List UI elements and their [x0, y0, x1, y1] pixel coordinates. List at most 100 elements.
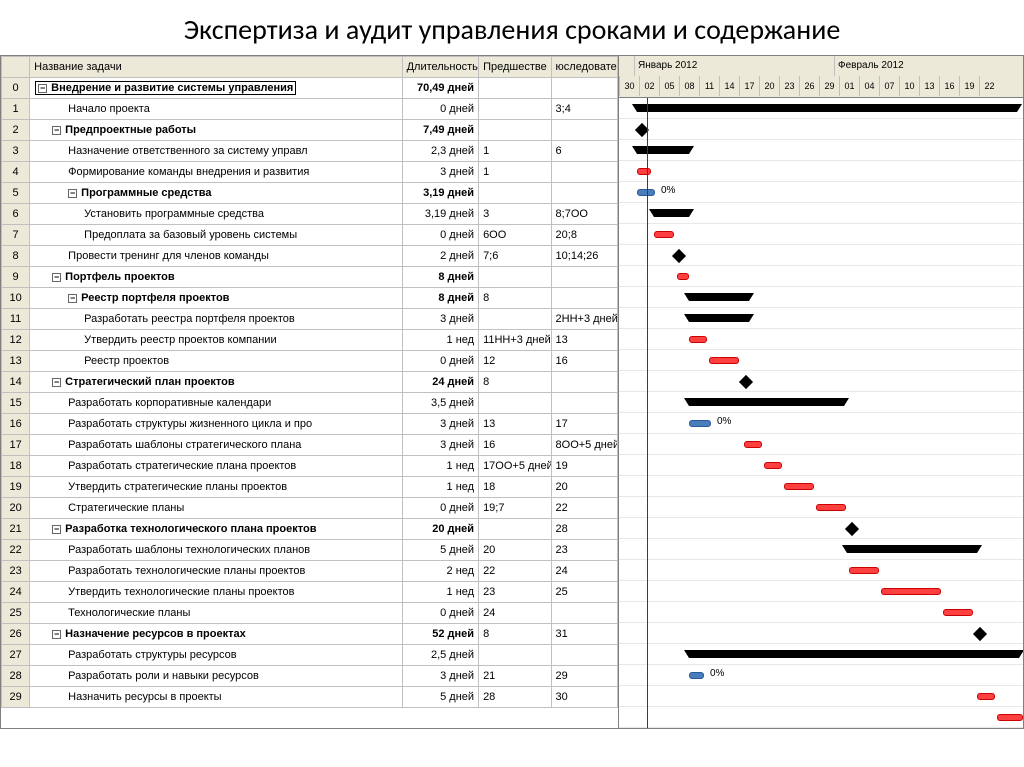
duration-cell[interactable]: 0 дней	[402, 99, 478, 120]
pred-cell[interactable]: 28	[479, 687, 551, 708]
task-row[interactable]: 10−Реестр портфеля проектов8 дней8	[2, 288, 618, 309]
succ-cell[interactable]: 10;14;26	[551, 246, 617, 267]
task-row[interactable]: 13Реестр проектов0 дней1216	[2, 351, 618, 372]
summary-bar[interactable]	[689, 293, 749, 301]
pred-cell[interactable]	[479, 519, 551, 540]
gantt-chart[interactable]: Январь 2012Февраль 201230020508111417202…	[619, 56, 1023, 728]
succ-cell[interactable]: 2НН+3 дней	[551, 309, 617, 330]
critical-bar[interactable]	[764, 462, 782, 469]
succ-cell[interactable]: 22	[551, 498, 617, 519]
succ-cell[interactable]	[551, 183, 617, 204]
summary-bar[interactable]	[689, 650, 1019, 658]
task-row[interactable]: 28Разработать роли и навыки ресурсов3 дн…	[2, 666, 618, 687]
pred-cell[interactable]	[479, 393, 551, 414]
duration-cell[interactable]: 7,49 дней	[402, 120, 478, 141]
collapse-icon[interactable]: −	[52, 630, 61, 639]
pred-cell[interactable]	[479, 183, 551, 204]
task-row[interactable]: 1Начало проекта0 дней3;4	[2, 99, 618, 120]
succ-cell[interactable]	[551, 645, 617, 666]
task-row[interactable]: 22Разработать шаблоны технологических пл…	[2, 540, 618, 561]
succ-cell[interactable]: 20;8	[551, 225, 617, 246]
col-id[interactable]	[2, 57, 30, 78]
critical-bar[interactable]	[849, 567, 879, 574]
collapse-icon[interactable]: −	[52, 525, 61, 534]
succ-cell[interactable]	[551, 78, 617, 99]
succ-cell[interactable]: 8;7ОО	[551, 204, 617, 225]
duration-cell[interactable]: 1 нед	[402, 330, 478, 351]
duration-cell[interactable]: 2 дней	[402, 246, 478, 267]
pred-cell[interactable]: 13	[479, 414, 551, 435]
critical-bar[interactable]	[689, 336, 707, 343]
summary-bar[interactable]	[654, 209, 689, 217]
succ-cell[interactable]: 16	[551, 351, 617, 372]
succ-cell[interactable]: 3;4	[551, 99, 617, 120]
duration-cell[interactable]: 1 нед	[402, 456, 478, 477]
summary-bar[interactable]	[847, 545, 977, 553]
pred-cell[interactable]	[479, 120, 551, 141]
task-row[interactable]: 19Утвердить стратегические планы проекто…	[2, 477, 618, 498]
critical-bar[interactable]	[977, 693, 995, 700]
succ-cell[interactable]: 28	[551, 519, 617, 540]
col-duration[interactable]: Длительность	[402, 57, 478, 78]
succ-cell[interactable]: 23	[551, 540, 617, 561]
task-row[interactable]: 4Формирование команды внедрения и развит…	[2, 162, 618, 183]
col-pred[interactable]: Предшестве	[479, 57, 551, 78]
pred-cell[interactable]	[479, 99, 551, 120]
task-row[interactable]: 24Утвердить технологические планы проект…	[2, 582, 618, 603]
critical-bar[interactable]	[784, 483, 814, 490]
duration-cell[interactable]: 3,5 дней	[402, 393, 478, 414]
task-row[interactable]: 6Установить программные средства3,19 дне…	[2, 204, 618, 225]
pred-cell[interactable]: 8	[479, 372, 551, 393]
succ-cell[interactable]: 20	[551, 477, 617, 498]
task-row[interactable]: 21−Разработка технологического плана про…	[2, 519, 618, 540]
succ-cell[interactable]: 6	[551, 141, 617, 162]
pred-cell[interactable]	[479, 645, 551, 666]
collapse-icon[interactable]: −	[52, 273, 61, 282]
succ-cell[interactable]: 19	[551, 456, 617, 477]
critical-bar[interactable]	[943, 609, 973, 616]
pred-cell[interactable]: 17ОО+5 дней	[479, 456, 551, 477]
summary-bar[interactable]	[689, 398, 844, 406]
succ-cell[interactable]	[551, 162, 617, 183]
succ-cell[interactable]	[551, 372, 617, 393]
pred-cell[interactable]: 23	[479, 582, 551, 603]
succ-cell[interactable]: 13	[551, 330, 617, 351]
critical-bar[interactable]	[881, 588, 941, 595]
pred-cell[interactable]: 6ОО	[479, 225, 551, 246]
succ-cell[interactable]: 8ОО+5 дней	[551, 435, 617, 456]
task-row[interactable]: 3Назначение ответственного за систему уп…	[2, 141, 618, 162]
duration-cell[interactable]: 3,19 дней	[402, 183, 478, 204]
task-row[interactable]: 25Технологические планы0 дней24	[2, 603, 618, 624]
task-row[interactable]: 11Разработать реестра портфеля проектов3…	[2, 309, 618, 330]
task-row[interactable]: 15Разработать корпоративные календари3,5…	[2, 393, 618, 414]
duration-cell[interactable]: 2 нед	[402, 561, 478, 582]
duration-cell[interactable]: 3 дней	[402, 309, 478, 330]
collapse-icon[interactable]: −	[68, 189, 77, 198]
task-row[interactable]: 9−Портфель проектов8 дней	[2, 267, 618, 288]
succ-cell[interactable]: 29	[551, 666, 617, 687]
critical-bar[interactable]	[744, 441, 762, 448]
duration-cell[interactable]: 24 дней	[402, 372, 478, 393]
task-bar[interactable]	[637, 189, 655, 196]
task-row[interactable]: 0−Внедрение и развитие системы управлени…	[2, 78, 618, 99]
collapse-icon[interactable]: −	[52, 378, 61, 387]
pred-cell[interactable]: 21	[479, 666, 551, 687]
task-row[interactable]: 18Разработать стратегические плана проек…	[2, 456, 618, 477]
succ-cell[interactable]: 24	[551, 561, 617, 582]
pred-cell[interactable]: 24	[479, 603, 551, 624]
duration-cell[interactable]: 0 дней	[402, 498, 478, 519]
collapse-icon[interactable]: −	[52, 126, 61, 135]
task-row[interactable]: 14−Стратегический план проектов24 дней8	[2, 372, 618, 393]
pred-cell[interactable]: 20	[479, 540, 551, 561]
pred-cell[interactable]	[479, 309, 551, 330]
duration-cell[interactable]: 52 дней	[402, 624, 478, 645]
col-name[interactable]: Название задачи	[30, 57, 402, 78]
pred-cell[interactable]: 11НН+3 дней	[479, 330, 551, 351]
duration-cell[interactable]: 3 дней	[402, 435, 478, 456]
milestone-icon[interactable]	[739, 375, 753, 389]
summary-bar[interactable]	[637, 146, 689, 154]
duration-cell[interactable]: 3,19 дней	[402, 204, 478, 225]
pred-cell[interactable]: 8	[479, 624, 551, 645]
succ-cell[interactable]: 30	[551, 687, 617, 708]
duration-cell[interactable]: 8 дней	[402, 288, 478, 309]
